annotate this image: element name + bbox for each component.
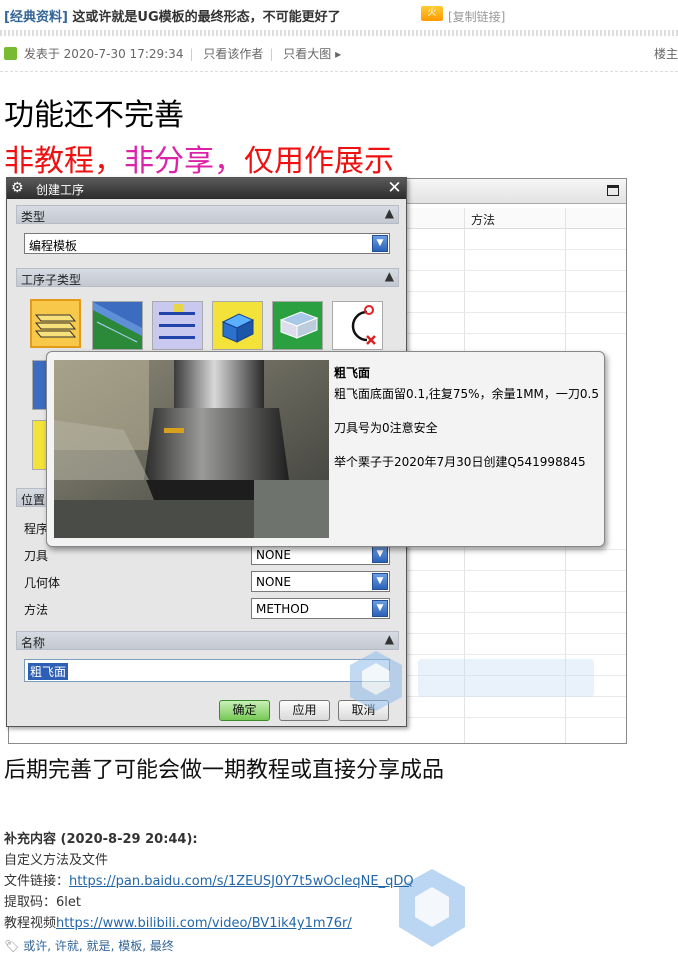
extract-code-row: 提取码：6let — [4, 891, 81, 910]
file-link-label: 文件链接： — [4, 874, 70, 889]
extract-code-label: 提取码： — [4, 895, 57, 910]
section-location-label: 位置 — [21, 493, 46, 507]
post-meta: 发表于 2020-7-30 17:29:34 | 只看该作者 | 只看大图 ▸ — [4, 45, 341, 62]
gear-icon[interactable]: ⚙ — [11, 181, 25, 195]
subheadline: 非教程，非分享，仅用作展示 — [4, 136, 394, 180]
planar-mill-icon[interactable] — [212, 301, 263, 350]
tool-select[interactable]: NONE ▼ — [251, 544, 390, 565]
column-header-method[interactable]: 方法 — [471, 211, 495, 228]
tooltip-line: 刀具号为0注意安全 — [334, 421, 438, 435]
online-status-icon — [4, 47, 17, 60]
name-input-value: 粗飞面 — [28, 663, 69, 680]
tag-list: 🏷 或许, 许就, 就是, 模板, 最终 — [4, 939, 174, 953]
geometry-label: 几何体 — [24, 576, 61, 590]
subheadline-part1: 非教程， — [4, 144, 124, 179]
thread-category[interactable]: [经典资料] — [4, 10, 68, 25]
meta-divider — [0, 71, 678, 73]
method-label: 方法 — [24, 603, 49, 617]
name-input[interactable]: 粗飞面 — [24, 659, 390, 682]
tooltip-line: 举个栗子于2020年7月30日创建Q541998845 — [334, 455, 586, 469]
tool-label: 刀具 — [24, 549, 49, 563]
ok-button[interactable]: 确定 — [219, 700, 270, 721]
supplement-heading: 补充内容 (2020-8-29 20:44): — [4, 832, 198, 847]
face-mill-icon[interactable] — [272, 301, 323, 350]
header-divider — [0, 30, 678, 36]
thread-title-text: 这或许就是UG模板的最终形态，不可能更好了 — [72, 10, 341, 25]
tooltip-line: 粗飞面底面留0.1,往复75%，余量1MM，一刀0.5 — [334, 387, 599, 401]
collapse-icon[interactable]: ▲ — [385, 206, 394, 220]
method-select-value: METHOD — [256, 602, 309, 616]
face-mill-tool-photo — [54, 360, 329, 538]
zlevel-icon[interactable] — [152, 301, 203, 350]
followup-text: 后期完善了可能会做一期教程或直接分享成品 — [4, 758, 445, 783]
subheadline-part3: 仅用作展示 — [244, 144, 394, 179]
program-label: 程序 — [24, 522, 49, 536]
tag-link[interactable]: 或许 — [23, 939, 47, 953]
dropdown-arrow-icon[interactable]: ▼ — [372, 235, 388, 252]
floor-label: 楼主 — [654, 47, 678, 61]
extract-code-value: 6let — [56, 895, 81, 910]
section-subtype-label: 工序子类型 — [21, 273, 82, 287]
section-type-header[interactable]: 类型 ▲ — [16, 205, 399, 224]
subtype-partial-icon[interactable] — [32, 420, 47, 470]
tooltip-title: 粗飞面 — [334, 366, 371, 380]
video-link-row: 教程视频https://www.bilibili.com/video/BV1ik… — [4, 912, 352, 931]
close-icon[interactable]: ✕ — [386, 179, 403, 197]
subtype-partial-icon[interactable] — [32, 360, 47, 410]
operation-tooltip: 粗飞面 粗飞面底面留0.1,往复75%，余量1MM，一刀0.5 刀具号为0注意安… — [46, 351, 605, 547]
hot-badge: 火 — [421, 6, 443, 21]
geometry-select[interactable]: NONE ▼ — [251, 571, 390, 592]
cavity-mill-icon[interactable] — [92, 301, 143, 350]
author-only-link[interactable]: 只看该作者 — [203, 47, 263, 61]
section-subtype-header[interactable]: 工序子类型 ▲ — [16, 268, 399, 287]
dialog-titlebar: ⚙ 创建工序 ✕ — [7, 178, 406, 199]
dropdown-arrow-icon[interactable]: ▼ — [372, 573, 388, 590]
dropdown-arrow-icon[interactable]: ▼ — [372, 600, 388, 617]
maximize-icon[interactable] — [607, 185, 619, 196]
tag-link[interactable]: 最终 — [150, 939, 174, 953]
collapse-icon[interactable]: ▲ — [385, 269, 394, 283]
video-link-label: 教程视频 — [4, 916, 57, 931]
section-type-label: 类型 — [21, 210, 46, 224]
post-time: 发表于 2020-7-30 17:29:34 — [23, 47, 184, 61]
geometry-select-value: NONE — [256, 575, 291, 589]
video-link[interactable]: https://www.bilibili.com/video/BV1ik4y1m… — [56, 916, 352, 931]
method-select[interactable]: METHOD ▼ — [251, 598, 390, 619]
subheadline-part2: 非分享， — [124, 144, 244, 179]
collapse-icon[interactable]: ▲ — [385, 632, 394, 646]
thread-title[interactable]: [经典资料] 这或许就是UG模板的最终形态，不可能更好了 — [4, 6, 341, 25]
big-image-link[interactable]: 只看大图 — [283, 47, 331, 61]
file-link[interactable]: https://pan.baidu.com/s/1ZEUSJ0Y7t5wOcle… — [69, 874, 414, 889]
tag-icon: 🏷 — [4, 939, 20, 953]
tag-link[interactable]: 许就 — [55, 939, 79, 953]
section-name-label: 名称 — [21, 636, 46, 650]
file-link-row: 文件链接：https://pan.baidu.com/s/1ZEUSJ0Y7t5… — [4, 870, 414, 889]
supplement-line: 自定义方法及文件 — [4, 853, 109, 868]
apply-button[interactable]: 应用 — [279, 700, 330, 721]
tag-link[interactable]: 模板 — [118, 939, 142, 953]
type-select-value: 编程模板 — [29, 239, 78, 253]
arrow-right-icon: ▸ — [335, 47, 342, 61]
headline: 功能还不完善 — [4, 98, 184, 133]
copy-link[interactable]: [复制链接] — [448, 8, 505, 25]
floor-wall-icon[interactable] — [30, 299, 81, 348]
tool-select-value: NONE — [256, 548, 291, 562]
watermark-logo — [340, 645, 602, 725]
contour-profile-icon[interactable] — [332, 301, 383, 350]
dialog-title: 创建工序 — [36, 183, 85, 197]
tag-link[interactable]: 就是 — [87, 939, 111, 953]
dropdown-arrow-icon[interactable]: ▼ — [372, 546, 388, 563]
type-select[interactable]: 编程模板 ▼ — [24, 233, 390, 254]
